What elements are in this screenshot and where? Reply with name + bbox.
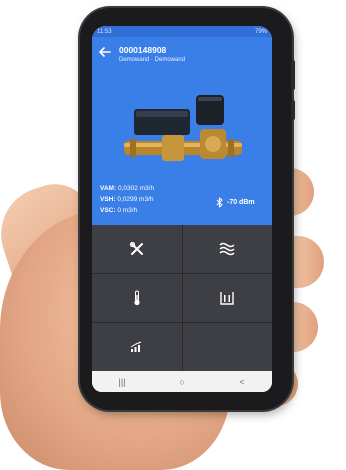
device-subtitle: Demowand · Demowand — [119, 57, 186, 63]
reading-row: VSC: 0 m3/h — [100, 207, 138, 214]
volume-button — [291, 60, 295, 90]
flow-readings: VAM: 0,0302 m3/h VSH: 0,0299 m3/h VSC: 0… — [100, 183, 154, 216]
tools-tile[interactable] — [92, 225, 182, 273]
power-button — [291, 100, 295, 120]
reading-row: VSH: 0,0299 m3/h — [100, 196, 154, 203]
home-button[interactable]: ○ — [167, 377, 197, 387]
device-header: 0000148908 Demowand · Demowand VAM: 0,03… — [92, 37, 272, 225]
valve-device-image — [124, 95, 242, 161]
reading-row: VAM: 0,0302 m3/h — [100, 185, 155, 192]
level-container-icon — [220, 292, 234, 305]
back-arrow-icon[interactable] — [99, 47, 111, 57]
signal-tile[interactable] — [92, 323, 182, 371]
recent-apps-button[interactable]: ||| — [107, 377, 137, 387]
device-title: 0000148908 — [119, 45, 167, 55]
flow-waves-icon — [219, 242, 235, 256]
signal-chart-icon — [130, 341, 141, 352]
signal-value: -70 dBm — [227, 199, 255, 206]
function-grid — [92, 225, 272, 371]
status-time: 11:53 — [97, 28, 112, 35]
empty-tile — [182, 323, 272, 371]
thermometer-icon — [134, 290, 140, 306]
level-tile[interactable] — [182, 274, 272, 322]
flow-tile[interactable] — [182, 225, 272, 273]
back-button[interactable]: < — [227, 377, 257, 387]
signal-strength: -70 dBm — [216, 197, 255, 208]
bluetooth-icon — [216, 197, 223, 208]
android-nav-bar: ||| ○ < — [92, 371, 272, 392]
status-battery: 79% — [254, 28, 267, 35]
tools-icon — [129, 241, 143, 255]
temperature-tile[interactable] — [92, 274, 182, 322]
status-bar: 11:53 79% — [92, 26, 272, 37]
phone-screen: 11:53 79% 0000148908 Demowand · Demowand — [92, 26, 272, 392]
